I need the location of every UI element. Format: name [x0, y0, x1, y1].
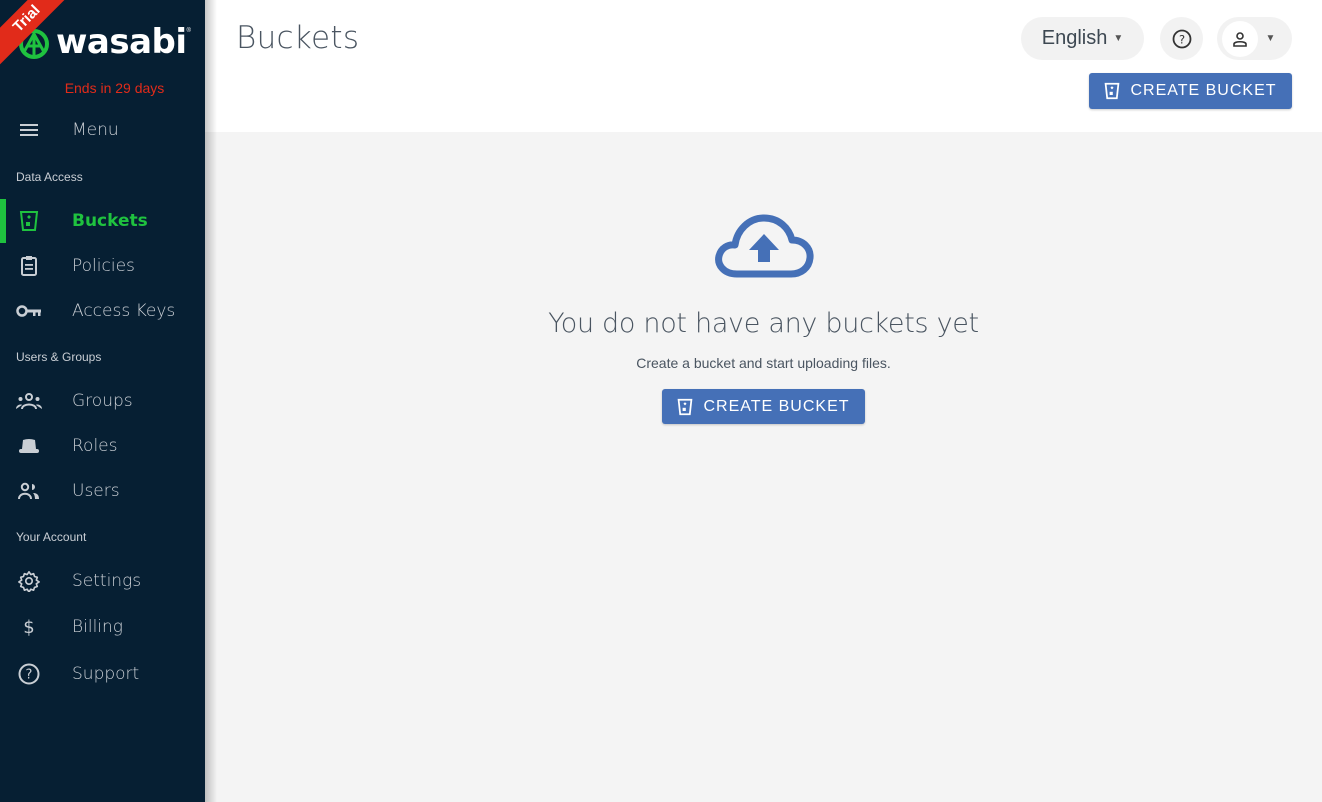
page-title: Buckets — [236, 20, 360, 56]
sidebar-item-label: Policies — [72, 256, 135, 276]
sidebar-shadow — [205, 0, 217, 802]
brand-name: wasabi — [56, 22, 187, 62]
sidebar-item-roles[interactable]: Roles — [0, 426, 205, 466]
chevron-down-icon: ▼ — [1265, 33, 1276, 44]
help-button[interactable]: ? — [1160, 17, 1203, 60]
empty-state-title: You do not have any buckets yet — [548, 308, 979, 339]
gear-icon — [16, 568, 42, 594]
svg-text:?: ? — [1178, 32, 1184, 46]
groups-icon — [16, 388, 42, 414]
sidebar-item-groups[interactable]: Groups — [0, 381, 205, 421]
wasabi-logo[interactable]: wasabi ® — [18, 24, 191, 60]
sidebar-item-label: Roles — [72, 436, 118, 456]
users-icon — [16, 478, 42, 504]
create-bucket-label: CREATE BUCKET — [1130, 82, 1277, 99]
language-selector[interactable]: English ▼ — [1021, 17, 1144, 60]
menu-toggle[interactable]: Menu — [0, 110, 205, 150]
page-header: Buckets English ▼ ? ▼ CREATE BUCKET — [205, 0, 1322, 132]
bucket-icon — [1104, 82, 1120, 100]
section-data-access: Data Access — [16, 170, 83, 184]
sidebar-item-billing[interactable]: $ Billing — [0, 607, 205, 647]
sidebar-item-label: Buckets — [72, 211, 148, 231]
sidebar-item-label: Billing — [72, 617, 123, 637]
avatar — [1221, 20, 1258, 57]
clipboard-icon — [16, 253, 42, 279]
hat-icon — [16, 433, 42, 459]
section-users-groups: Users & Groups — [16, 350, 102, 364]
key-icon — [16, 298, 42, 324]
sidebar: Trial wasabi ® Ends in 29 days Menu Data… — [0, 0, 205, 802]
section-your-account: Your Account — [16, 530, 87, 544]
bucket-icon — [677, 398, 693, 416]
language-value: English — [1041, 27, 1108, 49]
menu-label: Menu — [72, 120, 119, 140]
trial-ends-text: Ends in 29 days — [64, 80, 165, 96]
sidebar-item-support[interactable]: ? Support — [0, 654, 205, 694]
bucket-icon — [16, 208, 42, 234]
create-bucket-button[interactable]: CREATE BUCKET — [1089, 73, 1292, 109]
sidebar-item-policies[interactable]: Policies — [0, 246, 205, 286]
sidebar-item-access-keys[interactable]: Access Keys — [0, 291, 205, 331]
hamburger-icon — [16, 117, 42, 143]
empty-state-subtitle: Create a bucket and start uploading file… — [636, 355, 891, 371]
sidebar-item-users[interactable]: Users — [0, 471, 205, 511]
empty-state: You do not have any buckets yet Create a… — [205, 132, 1322, 802]
cloud-upload-icon — [715, 214, 814, 278]
sidebar-item-settings[interactable]: Settings — [0, 561, 205, 601]
dollar-icon: $ — [23, 616, 35, 638]
sidebar-item-label: Users — [72, 481, 120, 501]
user-icon — [1232, 31, 1247, 47]
help-circle-icon: ? — [1172, 29, 1191, 48]
create-bucket-label: CREATE BUCKET — [703, 397, 850, 415]
registered-mark: ® — [186, 28, 191, 34]
sidebar-item-buckets[interactable]: Buckets — [0, 199, 205, 243]
sidebar-item-label: Settings — [72, 571, 142, 591]
help-circle-icon: ? — [16, 661, 42, 687]
svg-text:?: ? — [26, 668, 33, 683]
create-bucket-button[interactable]: CREATE BUCKET — [662, 389, 865, 424]
sidebar-item-label: Access Keys — [72, 301, 176, 321]
chevron-down-icon: ▼ — [1113, 33, 1124, 44]
user-menu-button[interactable]: ▼ — [1217, 17, 1292, 60]
sidebar-item-label: Groups — [72, 391, 133, 411]
sidebar-item-label: Support — [72, 664, 140, 684]
